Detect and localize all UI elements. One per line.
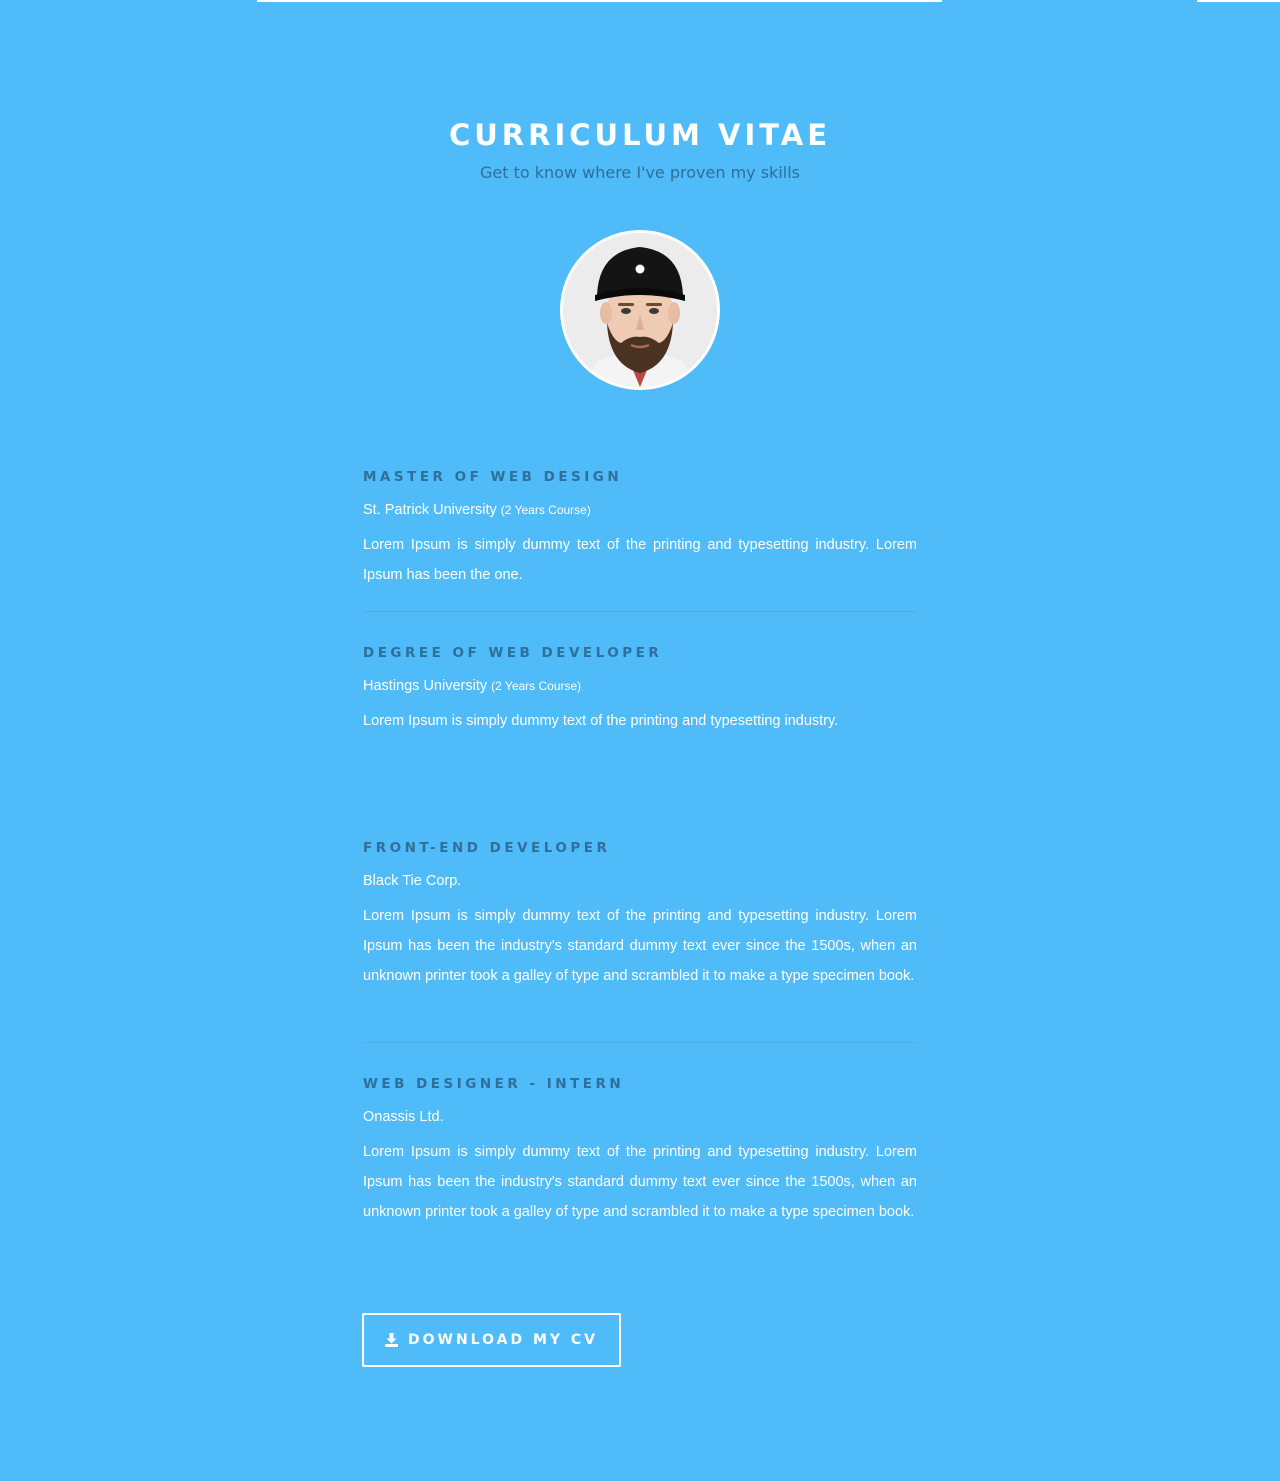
institution-name: Hastings University [363, 678, 488, 694]
entry-title: WEB DESIGNER - INTERN [363, 1076, 625, 1092]
entry-company: Black Tie Corp. [363, 873, 462, 889]
institution-name: St. Patrick University [363, 502, 497, 518]
course-duration: (2 Years Course) [500, 503, 591, 517]
download-icon [384, 1333, 398, 1347]
top-border-line [257, 0, 942, 2]
entry-description: Lorem Ipsum is simply dummy text of the … [363, 537, 917, 583]
education-entry: MASTER OF WEB DESIGN St. Patrick Univers… [363, 467, 917, 590]
entry-description: Lorem Ipsum is simply dummy text of the … [363, 908, 917, 984]
avatar [560, 230, 720, 390]
download-label: DOWNLOAD MY CV [407, 1332, 598, 1348]
course-duration: (2 Years Course) [491, 679, 582, 693]
page-title: CURRICULUM VITAE [448, 118, 832, 152]
experience-entry: WEB DESIGNER - INTERN Onassis Ltd. Lorem… [363, 1074, 917, 1227]
page-subtitle: Get to know where I've proven my skills [480, 163, 800, 182]
section-divider [363, 1042, 917, 1043]
entry-institution: St. Patrick University (2 Years Course) [363, 500, 917, 520]
entry-title: DEGREE OF WEB DEVELOPER [363, 645, 663, 661]
entry-company: Onassis Ltd. [363, 1109, 444, 1125]
entry-description: Lorem Ipsum is simply dummy text of the … [363, 713, 839, 729]
entry-title: MASTER OF WEB DESIGN [363, 469, 623, 485]
top-border-line [1197, 0, 1280, 2]
experience-entry: FRONT-END DEVELOPER Black Tie Corp. Lore… [363, 838, 917, 991]
download-cv-button[interactable]: DOWNLOAD MY CV [362, 1313, 621, 1367]
entry-institution: Hastings University (2 Years Course) [363, 676, 917, 696]
section-divider [363, 611, 917, 612]
education-entry: DEGREE OF WEB DEVELOPER Hastings Univers… [363, 643, 917, 736]
entry-description: Lorem Ipsum is simply dummy text of the … [363, 1144, 917, 1220]
entry-title: FRONT-END DEVELOPER [363, 840, 611, 856]
profile-photo [563, 233, 717, 387]
